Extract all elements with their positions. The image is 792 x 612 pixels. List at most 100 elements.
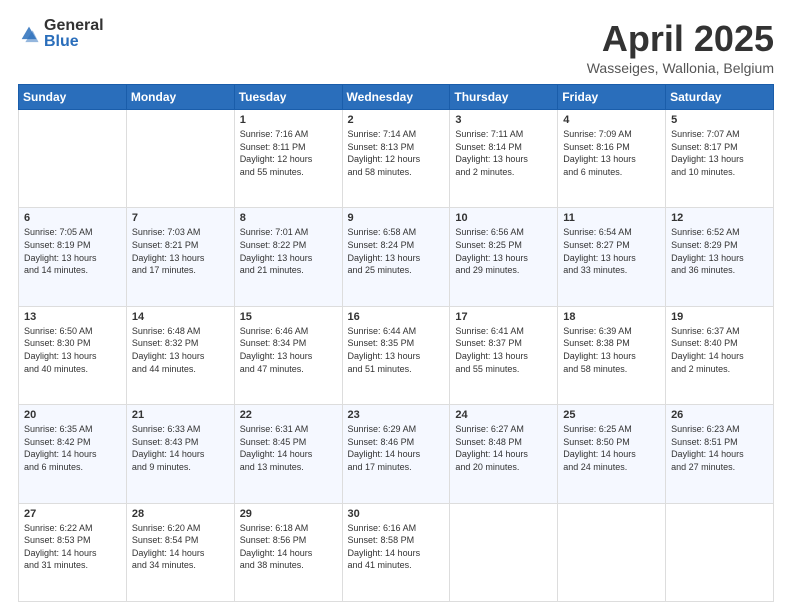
day-info: Sunrise: 6:16 AM Sunset: 8:58 PM Dayligh… <box>348 522 445 572</box>
calendar-cell: 4 Sunrise: 7:09 AM Sunset: 8:16 PM Daylig… <box>558 110 666 208</box>
calendar-cell: 30 Sunrise: 6:16 AM Sunset: 8:58 PM Dayli… <box>342 503 450 601</box>
day-info: Sunrise: 6:58 AM Sunset: 8:24 PM Dayligh… <box>348 226 445 276</box>
day-number: 26 <box>671 409 768 421</box>
calendar-cell <box>666 503 774 601</box>
day-number: 7 <box>132 212 229 224</box>
calendar-cell: 10Sunrise: 6:56 AM Sunset: 8:25 PM Dayli… <box>450 208 558 306</box>
day-number: 25 <box>563 409 660 421</box>
day-number: 11 <box>563 212 660 224</box>
day-number: 5 <box>671 114 768 126</box>
page: General Blue April 2025 Wasseiges, Wallo… <box>0 0 792 612</box>
calendar-cell: 23 Sunrise: 6:29 AM Sunset: 8:46 PM Dayli… <box>342 405 450 503</box>
weekday-header-friday: Friday <box>558 85 666 110</box>
calendar-cell: 26Sunrise: 6:23 AM Sunset: 8:51 PM Dayli… <box>666 405 774 503</box>
calendar-cell <box>450 503 558 601</box>
weekday-header-thursday: Thursday <box>450 85 558 110</box>
day-number: 8 <box>240 212 337 224</box>
calendar-table: SundayMondayTuesdayWednesdayThursdayFrid… <box>18 84 774 602</box>
calendar-cell: 7 Sunrise: 7:03 AM Sunset: 8:21 PM Daylig… <box>126 208 234 306</box>
day-number: 2 <box>348 114 445 126</box>
calendar-week-4: 20 Sunrise: 6:35 AM Sunset: 8:42 PM Dayli… <box>19 405 774 503</box>
weekday-header-monday: Monday <box>126 85 234 110</box>
day-info: Sunrise: 6:56 AM Sunset: 8:25 PM Dayligh… <box>455 226 552 276</box>
day-info: Sunrise: 7:07 AM Sunset: 8:17 PM Dayligh… <box>671 128 768 178</box>
weekday-header-sunday: Sunday <box>19 85 127 110</box>
calendar-cell: 16 Sunrise: 6:44 AM Sunset: 8:35 PM Dayli… <box>342 306 450 404</box>
calendar-cell: 22 Sunrise: 6:31 AM Sunset: 8:45 PM Dayli… <box>234 405 342 503</box>
weekday-header-tuesday: Tuesday <box>234 85 342 110</box>
day-number: 3 <box>455 114 552 126</box>
day-info: Sunrise: 6:31 AM Sunset: 8:45 PM Dayligh… <box>240 423 337 473</box>
calendar-week-3: 13Sunrise: 6:50 AM Sunset: 8:30 PM Dayli… <box>19 306 774 404</box>
calendar-title: April 2025 <box>587 18 774 60</box>
day-info: Sunrise: 6:39 AM Sunset: 8:38 PM Dayligh… <box>563 325 660 375</box>
calendar-cell: 19 Sunrise: 6:37 AM Sunset: 8:40 PM Dayli… <box>666 306 774 404</box>
day-number: 4 <box>563 114 660 126</box>
calendar-cell: 27Sunrise: 6:22 AM Sunset: 8:53 PM Dayli… <box>19 503 127 601</box>
calendar-cell: 1Sunrise: 7:16 AM Sunset: 8:11 PM Daylig… <box>234 110 342 208</box>
day-info: Sunrise: 6:48 AM Sunset: 8:32 PM Dayligh… <box>132 325 229 375</box>
calendar-cell: 29 Sunrise: 6:18 AM Sunset: 8:56 PM Dayli… <box>234 503 342 601</box>
day-info: Sunrise: 6:18 AM Sunset: 8:56 PM Dayligh… <box>240 522 337 572</box>
weekday-header-saturday: Saturday <box>666 85 774 110</box>
day-info: Sunrise: 6:52 AM Sunset: 8:29 PM Dayligh… <box>671 226 768 276</box>
day-number: 16 <box>348 311 445 323</box>
logo-text: General Blue <box>44 18 104 50</box>
logo-blue-text: Blue <box>44 34 104 50</box>
day-number: 19 <box>671 311 768 323</box>
day-number: 20 <box>24 409 121 421</box>
day-info: Sunrise: 6:37 AM Sunset: 8:40 PM Dayligh… <box>671 325 768 375</box>
calendar-cell: 20 Sunrise: 6:35 AM Sunset: 8:42 PM Dayli… <box>19 405 127 503</box>
day-number: 12 <box>671 212 768 224</box>
day-info: Sunrise: 6:25 AM Sunset: 8:50 PM Dayligh… <box>563 423 660 473</box>
calendar-cell <box>126 110 234 208</box>
calendar-cell: 15 Sunrise: 6:46 AM Sunset: 8:34 PM Dayli… <box>234 306 342 404</box>
calendar-cell: 2 Sunrise: 7:14 AM Sunset: 8:13 PM Daylig… <box>342 110 450 208</box>
weekday-header-wednesday: Wednesday <box>342 85 450 110</box>
day-info: Sunrise: 6:29 AM Sunset: 8:46 PM Dayligh… <box>348 423 445 473</box>
logo-icon <box>18 23 40 45</box>
logo-general-text: General <box>44 18 104 34</box>
day-number: 15 <box>240 311 337 323</box>
day-number: 23 <box>348 409 445 421</box>
calendar-cell: 14 Sunrise: 6:48 AM Sunset: 8:32 PM Dayli… <box>126 306 234 404</box>
day-number: 24 <box>455 409 552 421</box>
day-info: Sunrise: 7:09 AM Sunset: 8:16 PM Dayligh… <box>563 128 660 178</box>
day-info: Sunrise: 7:11 AM Sunset: 8:14 PM Dayligh… <box>455 128 552 178</box>
calendar-cell: 17Sunrise: 6:41 AM Sunset: 8:37 PM Dayli… <box>450 306 558 404</box>
calendar-week-1: 1Sunrise: 7:16 AM Sunset: 8:11 PM Daylig… <box>19 110 774 208</box>
day-number: 18 <box>563 311 660 323</box>
day-number: 22 <box>240 409 337 421</box>
calendar-cell: 5 Sunrise: 7:07 AM Sunset: 8:17 PM Daylig… <box>666 110 774 208</box>
day-info: Sunrise: 6:33 AM Sunset: 8:43 PM Dayligh… <box>132 423 229 473</box>
calendar-cell: 8Sunrise: 7:01 AM Sunset: 8:22 PM Daylig… <box>234 208 342 306</box>
day-info: Sunrise: 6:44 AM Sunset: 8:35 PM Dayligh… <box>348 325 445 375</box>
header: General Blue April 2025 Wasseiges, Wallo… <box>18 18 774 76</box>
calendar-cell: 28 Sunrise: 6:20 AM Sunset: 8:54 PM Dayli… <box>126 503 234 601</box>
calendar-cell: 24 Sunrise: 6:27 AM Sunset: 8:48 PM Dayli… <box>450 405 558 503</box>
day-number: 30 <box>348 508 445 520</box>
day-info: Sunrise: 6:46 AM Sunset: 8:34 PM Dayligh… <box>240 325 337 375</box>
calendar-cell <box>558 503 666 601</box>
calendar-week-2: 6Sunrise: 7:05 AM Sunset: 8:19 PM Daylig… <box>19 208 774 306</box>
day-info: Sunrise: 6:20 AM Sunset: 8:54 PM Dayligh… <box>132 522 229 572</box>
calendar-cell: 11Sunrise: 6:54 AM Sunset: 8:27 PM Dayli… <box>558 208 666 306</box>
day-number: 28 <box>132 508 229 520</box>
day-number: 14 <box>132 311 229 323</box>
day-number: 29 <box>240 508 337 520</box>
day-info: Sunrise: 7:03 AM Sunset: 8:21 PM Dayligh… <box>132 226 229 276</box>
day-info: Sunrise: 6:35 AM Sunset: 8:42 PM Dayligh… <box>24 423 121 473</box>
calendar-subtitle: Wasseiges, Wallonia, Belgium <box>587 60 774 76</box>
title-block: April 2025 Wasseiges, Wallonia, Belgium <box>587 18 774 76</box>
calendar-cell: 13Sunrise: 6:50 AM Sunset: 8:30 PM Dayli… <box>19 306 127 404</box>
day-number: 9 <box>348 212 445 224</box>
day-number: 21 <box>132 409 229 421</box>
calendar-cell: 9 Sunrise: 6:58 AM Sunset: 8:24 PM Daylig… <box>342 208 450 306</box>
calendar-cell: 21 Sunrise: 6:33 AM Sunset: 8:43 PM Dayli… <box>126 405 234 503</box>
logo: General Blue <box>18 18 104 50</box>
day-info: Sunrise: 6:27 AM Sunset: 8:48 PM Dayligh… <box>455 423 552 473</box>
day-info: Sunrise: 6:50 AM Sunset: 8:30 PM Dayligh… <box>24 325 121 375</box>
day-info: Sunrise: 6:22 AM Sunset: 8:53 PM Dayligh… <box>24 522 121 572</box>
day-info: Sunrise: 7:14 AM Sunset: 8:13 PM Dayligh… <box>348 128 445 178</box>
calendar-cell <box>19 110 127 208</box>
